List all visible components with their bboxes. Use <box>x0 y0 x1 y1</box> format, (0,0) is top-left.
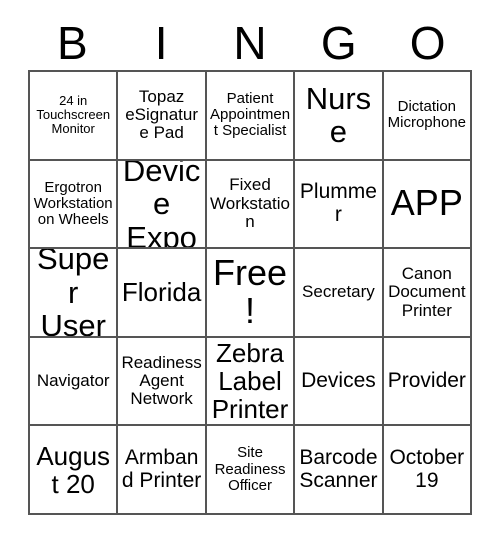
bingo-cell[interactable]: Armband Printer <box>118 426 207 515</box>
bingo-header: B I N G O <box>28 18 472 68</box>
bingo-cell-label: Fixed Workstation <box>210 175 291 232</box>
bingo-cell-label: 24 in Touchscreen Monitor <box>36 93 111 137</box>
bingo-cell-label: Zebra Label Printer <box>211 337 289 425</box>
bingo-cell[interactable]: Devices <box>295 337 384 427</box>
bingo-grid: 24 in Touchscreen Monitor Topaz eSignatu… <box>28 70 473 515</box>
bingo-row: Ergotron Workstation on Wheels Device Ex… <box>30 160 473 250</box>
bingo-cell[interactable]: Provider <box>383 337 473 427</box>
bingo-cell[interactable]: Zebra Label Printer <box>206 337 296 427</box>
bingo-cell[interactable]: Dictation Microphone <box>383 72 473 161</box>
bingo-cell-label: Super User <box>37 249 110 338</box>
bingo-row: 24 in Touchscreen Monitor Topaz eSignatu… <box>30 72 473 161</box>
bingo-cell[interactable]: August 20 <box>30 426 119 515</box>
bingo-cell-label: Nurse <box>305 80 372 150</box>
bingo-cell-label: Topaz eSignature Pad <box>125 86 198 143</box>
bingo-cell[interactable]: Florida <box>118 249 207 338</box>
bingo-cell-label: Patient Appointment Specialist <box>209 90 291 140</box>
bingo-cell[interactable]: Site Readiness Officer <box>206 426 296 515</box>
bingo-cell[interactable]: 24 in Touchscreen Monitor <box>30 72 119 161</box>
bingo-row: August 20 Armband Printer Site Readiness… <box>30 426 473 515</box>
bingo-cell[interactable]: Nurse <box>295 72 384 161</box>
bingo-cell-label: Free! <box>213 251 288 332</box>
bingo-cell[interactable]: October 19 <box>383 426 473 515</box>
bingo-cell-label: Device Expo <box>122 160 201 250</box>
bingo-card: B I N G O 24 in Touchscreen Monitor Topa… <box>0 0 500 544</box>
bingo-cell-label: Plummer <box>299 180 377 226</box>
bingo-cell-label: Readiness Agent Network <box>121 352 202 409</box>
bingo-cell-label: Devices <box>301 368 376 392</box>
bingo-cell-label: Site Readiness Officer <box>214 444 286 494</box>
bingo-cell-label: APP <box>390 182 463 224</box>
bingo-cell-label: Ergotron Workstation on Wheels <box>33 178 113 228</box>
bingo-cell[interactable]: APP <box>383 160 473 250</box>
bingo-cell[interactable]: Barcode Scanner <box>295 426 384 515</box>
bingo-cell[interactable]: Navigator <box>30 337 119 427</box>
bingo-cell-free[interactable]: Free! <box>206 249 296 338</box>
bingo-cell[interactable]: Secretary <box>295 249 384 338</box>
bingo-cell-label: Navigator <box>36 370 110 390</box>
header-letter-b: B <box>57 17 88 69</box>
bingo-cell[interactable]: Topaz eSignature Pad <box>118 72 207 161</box>
bingo-cell[interactable]: Plummer <box>295 160 384 250</box>
bingo-cell[interactable]: Super User <box>30 249 119 338</box>
bingo-cell[interactable]: Canon Document Printer <box>383 249 473 338</box>
bingo-cell-label: August 20 <box>36 440 111 499</box>
header-letter-n: N <box>233 17 267 69</box>
bingo-cell-label: Dictation Microphone <box>387 98 467 132</box>
bingo-cell[interactable]: Readiness Agent Network <box>118 337 207 427</box>
bingo-cell-label: Secretary <box>302 282 375 302</box>
bingo-cell-label: Canon Document Printer <box>388 263 466 320</box>
header-letter-o: O <box>409 17 446 69</box>
bingo-cell-label: October 19 <box>389 446 465 492</box>
bingo-cell[interactable]: Fixed Workstation <box>206 160 296 250</box>
header-letter-g: G <box>320 17 357 69</box>
header-letter-i: I <box>154 17 168 69</box>
bingo-cell-label: Armband Printer <box>121 446 202 492</box>
bingo-cell[interactable]: Ergotron Workstation on Wheels <box>30 160 119 250</box>
bingo-cell-label: Provider <box>387 368 466 392</box>
bingo-cell[interactable]: Device Expo <box>118 160 207 250</box>
bingo-row: Navigator Readiness Agent Network Zebra … <box>30 337 473 427</box>
bingo-cell[interactable]: Patient Appointment Specialist <box>206 72 296 161</box>
bingo-row: Super User Florida Free! Secretary Canon… <box>30 249 473 338</box>
bingo-cell-label: Florida <box>121 277 202 308</box>
bingo-cell-label: Barcode Scanner <box>299 446 378 492</box>
